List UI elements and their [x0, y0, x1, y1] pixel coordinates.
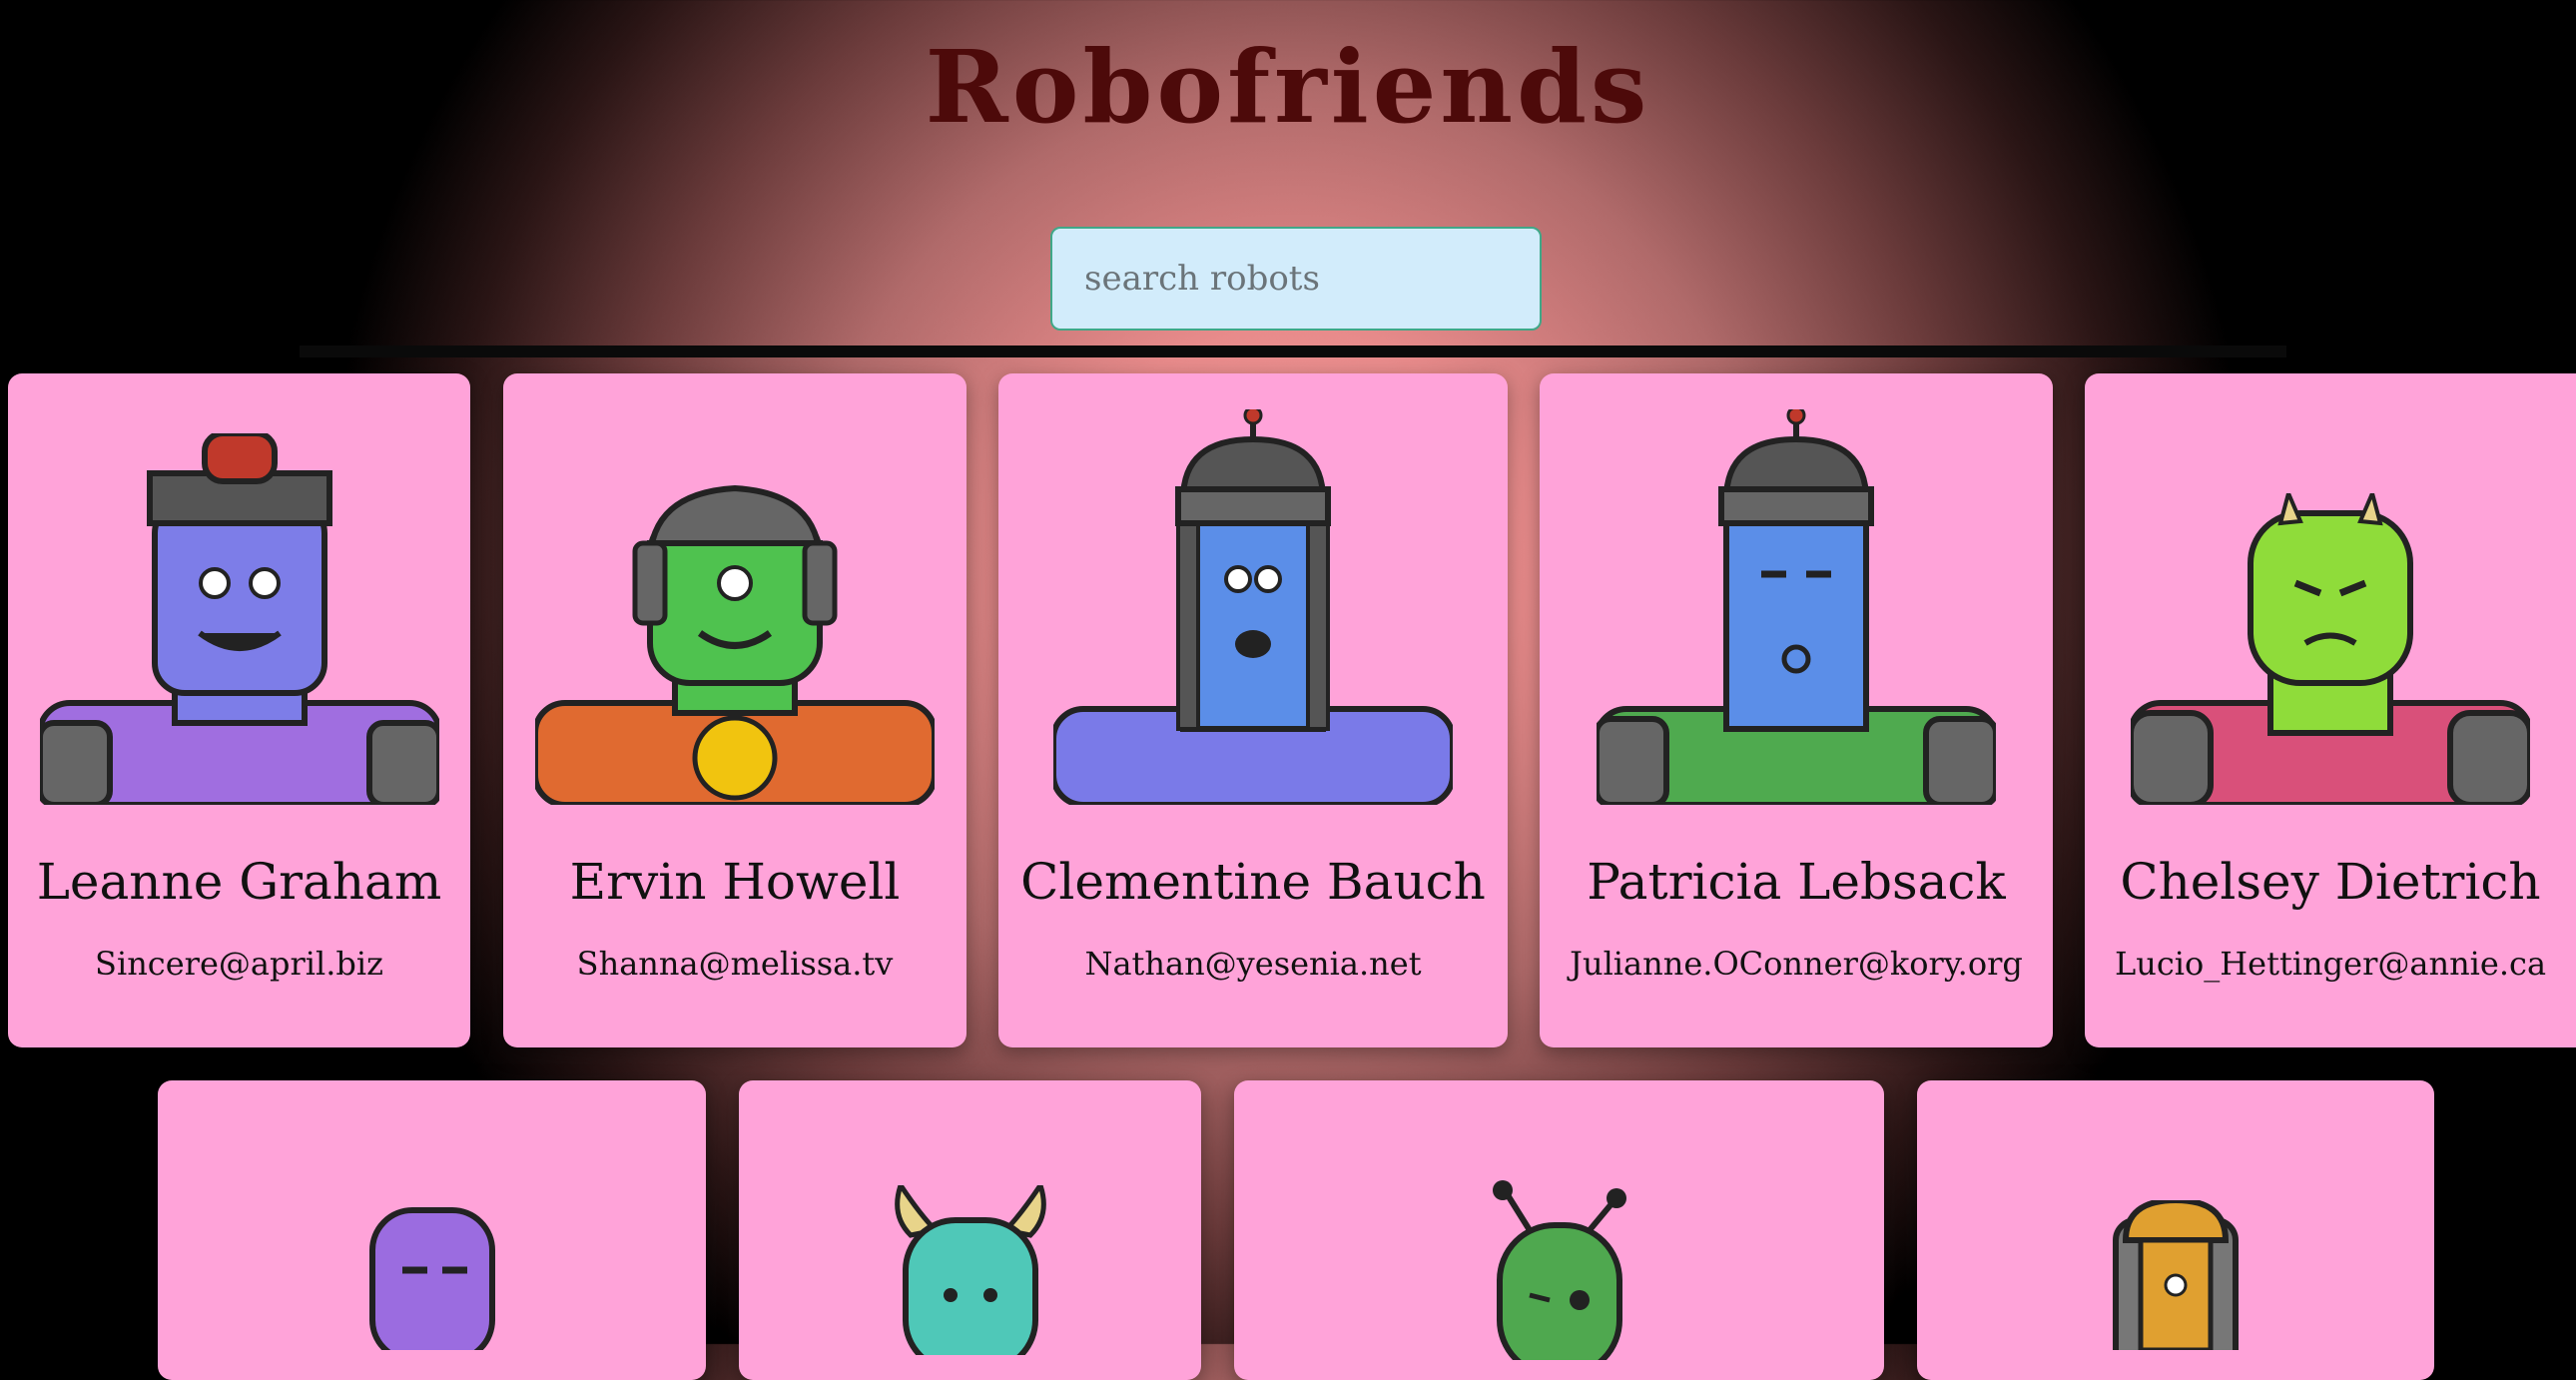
robot-avatar	[894, 1185, 1046, 1355]
robot-card[interactable]: Patricia Lebsack Julianne.OConner@kory.o…	[1540, 373, 2053, 1047]
robot-card[interactable]: Ervin Howell Shanna@melissa.tv	[503, 373, 966, 1047]
robot-avatar	[2131, 493, 2530, 805]
robot-card[interactable]: Chelsey Dietrich Lucio_Hettinger@annie.c…	[2085, 373, 2576, 1047]
robot-card[interactable]	[158, 1080, 706, 1380]
robot-avatar	[368, 1207, 495, 1350]
robot-name: Patricia Lebsack	[1587, 853, 2006, 911]
robot-email: Nathan@yesenia.net	[1084, 945, 1422, 983]
robot-avatar	[1053, 409, 1453, 805]
header-divider	[300, 345, 2286, 357]
robot-name: Chelsey Dietrich	[2120, 853, 2541, 911]
robot-email: Julianne.OConner@kory.org	[1570, 945, 2023, 983]
robot-card[interactable]	[739, 1080, 1201, 1380]
page-title: Robofriends	[925, 28, 1651, 146]
robot-card[interactable]: Leanne Graham Sincere@april.biz	[8, 373, 470, 1047]
robot-name: Leanne Graham	[36, 853, 442, 911]
robot-card[interactable]	[1234, 1080, 1884, 1380]
robot-avatar	[1492, 1180, 1626, 1360]
robot-email: Lucio_Hettinger@annie.ca	[2114, 945, 2547, 983]
robot-avatar	[1597, 409, 1996, 805]
robot-email: Shanna@melissa.tv	[576, 945, 894, 983]
robot-avatar	[2113, 1200, 2239, 1350]
robot-card[interactable]	[1917, 1080, 2434, 1380]
robot-card[interactable]: Clementine Bauch Nathan@yesenia.net	[998, 373, 1508, 1047]
search-input[interactable]	[1050, 227, 1542, 331]
robot-name: Ervin Howell	[569, 853, 901, 911]
robot-avatar	[535, 484, 935, 805]
robot-avatar	[39, 433, 439, 805]
robot-name: Clementine Bauch	[1020, 853, 1486, 911]
robot-email: Sincere@april.biz	[95, 945, 383, 983]
